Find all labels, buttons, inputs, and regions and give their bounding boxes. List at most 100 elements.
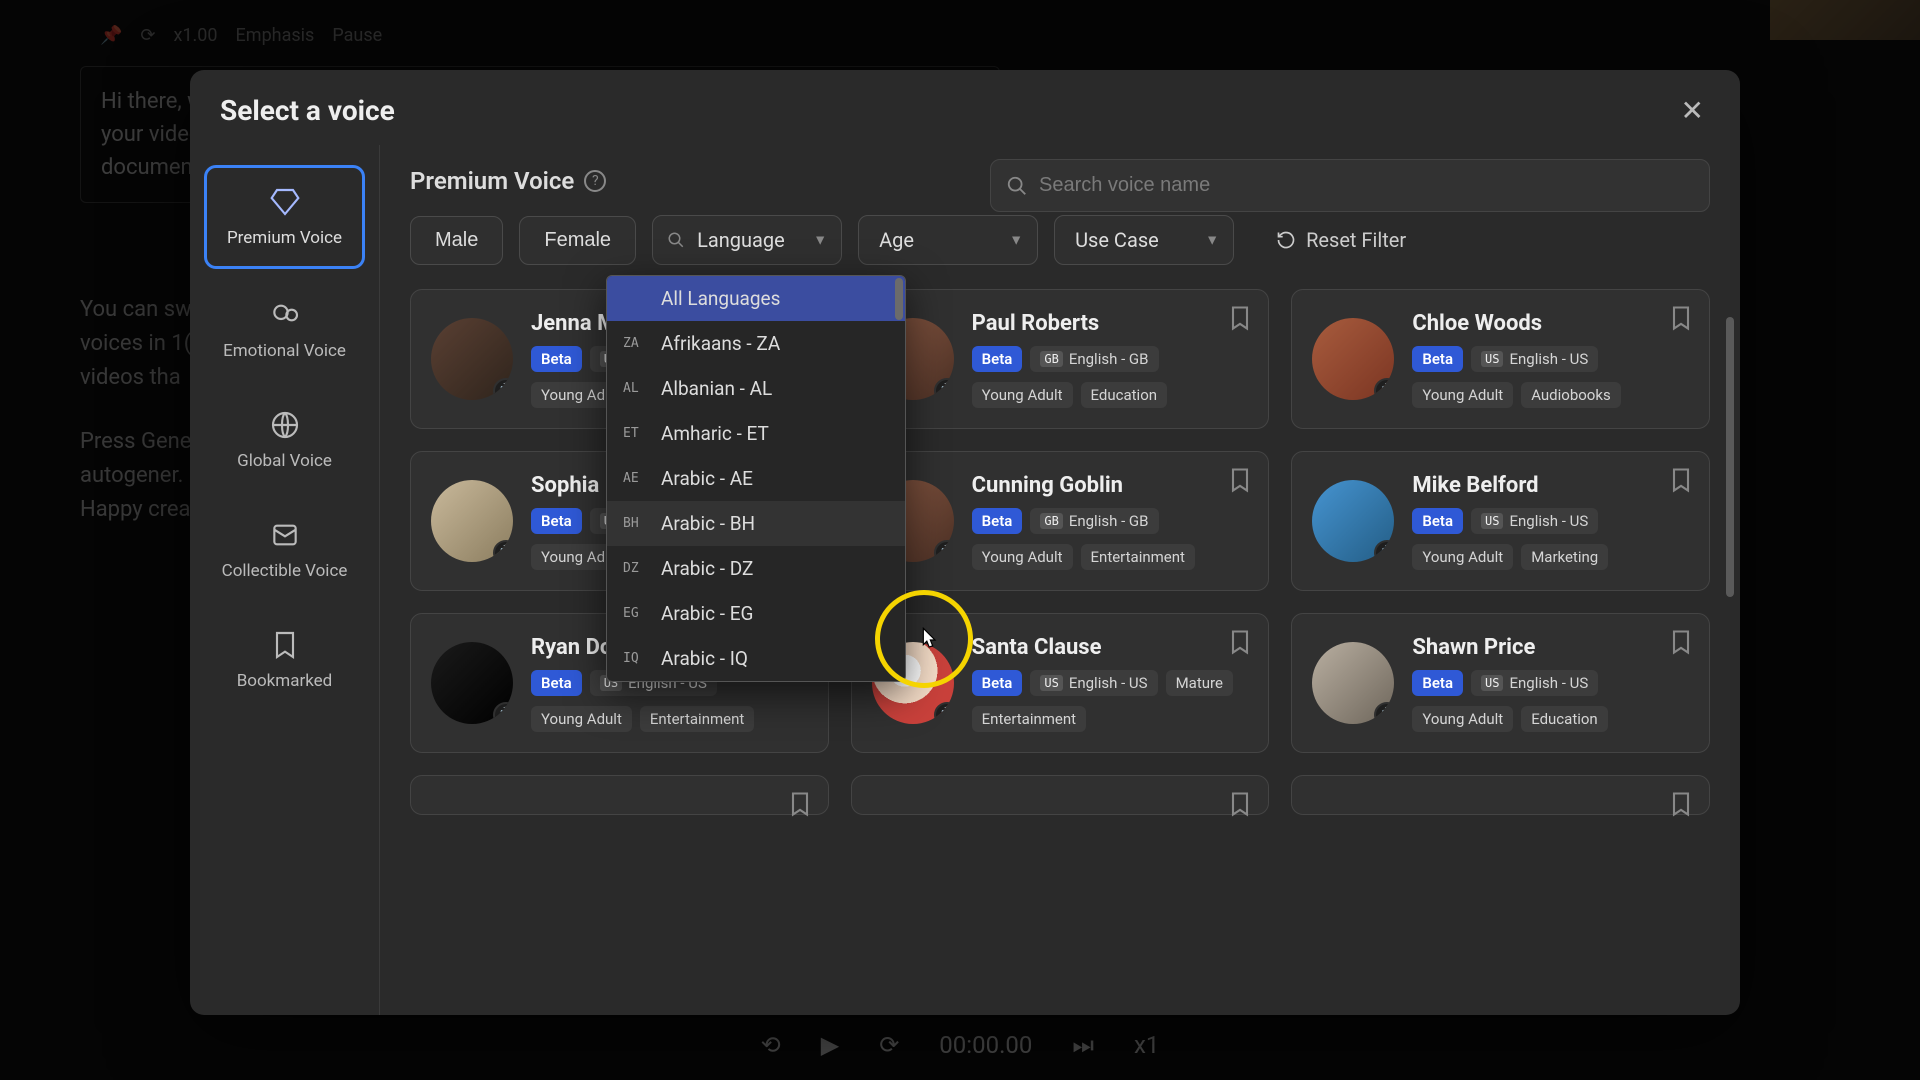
voice-card-partial[interactable] bbox=[851, 775, 1270, 815]
sound-icon: 🔊 bbox=[934, 702, 954, 724]
age-tag: Young Adult bbox=[531, 706, 632, 732]
dropdown-label: Age bbox=[879, 228, 914, 252]
lang-option[interactable]: BHArabic - BH bbox=[607, 501, 905, 546]
sidebar-item-premium-voice[interactable]: Premium Voice bbox=[204, 165, 365, 269]
language-tag: USEnglish - US bbox=[1471, 670, 1598, 696]
usecase-tag: Entertainment bbox=[640, 706, 754, 732]
bookmark-button[interactable] bbox=[786, 790, 814, 818]
usecase-tag: Marketing bbox=[1521, 544, 1608, 570]
sidebar-item-label: Bookmarked bbox=[237, 671, 333, 691]
age-dropdown[interactable]: Age ▼ bbox=[858, 215, 1038, 265]
diamond-icon bbox=[269, 186, 301, 218]
voice-avatar[interactable]: 🔊 bbox=[1312, 642, 1394, 724]
bookmark-button[interactable] bbox=[1667, 790, 1695, 818]
reset-filter-button[interactable]: Reset Filter bbox=[1268, 216, 1414, 264]
lang-option[interactable]: DZArabic - DZ bbox=[607, 546, 905, 591]
info-icon[interactable]: ? bbox=[584, 170, 606, 192]
voice-name: Santa Clause bbox=[972, 635, 1249, 660]
age-tag: Mature bbox=[1166, 670, 1233, 696]
sidebar-item-bookmarked[interactable]: Bookmarked bbox=[204, 611, 365, 709]
usecase-tag: Audiobooks bbox=[1521, 382, 1621, 408]
female-filter-button[interactable]: Female bbox=[519, 216, 636, 265]
age-tag: Young Adult bbox=[972, 544, 1073, 570]
reset-icon bbox=[1276, 230, 1296, 250]
lang-option[interactable]: ZAAfrikaans - ZA bbox=[607, 321, 905, 366]
search-input[interactable] bbox=[990, 159, 1710, 212]
age-tag: Young Adult bbox=[1412, 706, 1513, 732]
language-tag: USEnglish - US bbox=[1471, 508, 1598, 534]
bookmark-button[interactable] bbox=[1226, 466, 1254, 494]
voice-avatar[interactable]: 🔊 bbox=[431, 480, 513, 562]
modal-title: Select a voice bbox=[220, 94, 395, 127]
beta-badge: Beta bbox=[972, 508, 1023, 534]
bookmark-button[interactable] bbox=[1667, 466, 1695, 494]
voice-card[interactable]: 🔊 Chloe Woods Beta USEnglish - US Young … bbox=[1291, 289, 1710, 429]
search-icon bbox=[667, 231, 685, 249]
bookmark-button[interactable] bbox=[1667, 304, 1695, 332]
voice-card-partial[interactable] bbox=[410, 775, 829, 815]
bookmark-button[interactable] bbox=[1226, 628, 1254, 656]
lang-option[interactable]: ETAmharic - ET bbox=[607, 411, 905, 456]
lang-option[interactable]: IQArabic - IQ bbox=[607, 636, 905, 681]
close-button[interactable]: ✕ bbox=[1675, 88, 1710, 133]
voice-name: Chloe Woods bbox=[1412, 311, 1689, 336]
sound-icon: 🔊 bbox=[1374, 540, 1394, 562]
voice-avatar[interactable]: 🔊 bbox=[1312, 318, 1394, 400]
voice-card[interactable]: 🔊 Mike Belford Beta USEnglish - US Young… bbox=[1291, 451, 1710, 591]
voice-avatar[interactable]: 🔊 bbox=[431, 642, 513, 724]
usecase-dropdown[interactable]: Use Case ▼ bbox=[1054, 215, 1234, 265]
dropdown-scrollbar[interactable] bbox=[895, 278, 903, 320]
sidebar-item-label: Global Voice bbox=[237, 451, 332, 471]
lang-option[interactable]: AEArabic - AE bbox=[607, 456, 905, 501]
sound-icon: 🔊 bbox=[493, 702, 513, 724]
card-icon bbox=[269, 519, 301, 551]
sound-icon: 🔊 bbox=[934, 540, 954, 562]
reset-label: Reset Filter bbox=[1306, 228, 1406, 252]
voice-card[interactable]: 🔊 Santa Clause Beta USEnglish - US Matur… bbox=[851, 613, 1270, 753]
voice-grid: 🔊 Jenna Ma Beta USE Young Adult 🔊 Paul R… bbox=[410, 289, 1710, 815]
sidebar-item-emotional-voice[interactable]: Emotional Voice bbox=[204, 281, 365, 379]
content-scrollbar[interactable] bbox=[1726, 317, 1734, 597]
voice-avatar[interactable]: 🔊 bbox=[431, 318, 513, 400]
bookmark-button[interactable] bbox=[1667, 628, 1695, 656]
age-tag: Young Adult bbox=[1412, 382, 1513, 408]
beta-badge: Beta bbox=[972, 346, 1023, 372]
voice-card[interactable]: 🔊 Paul Roberts Beta GBEnglish - GB Young… bbox=[851, 289, 1270, 429]
language-dropdown[interactable]: Language ▼ bbox=[652, 215, 842, 265]
search-wrap bbox=[990, 159, 1710, 212]
sound-icon: 🔊 bbox=[1374, 702, 1394, 724]
bookmark-icon bbox=[269, 629, 301, 661]
voice-card[interactable]: 🔊 Shawn Price Beta USEnglish - US Young … bbox=[1291, 613, 1710, 753]
age-tag: Young Adult bbox=[972, 382, 1073, 408]
age-tag: Young Adult bbox=[1412, 544, 1513, 570]
beta-badge: Beta bbox=[531, 346, 582, 372]
language-tag: USEnglish - US bbox=[1471, 346, 1598, 372]
sidebar-item-collectible-voice[interactable]: Collectible Voice bbox=[204, 501, 365, 599]
voice-name: Shawn Price bbox=[1412, 635, 1689, 660]
sidebar-item-global-voice[interactable]: Global Voice bbox=[204, 391, 365, 489]
lang-option[interactable]: EGArabic - EG bbox=[607, 591, 905, 636]
search-icon bbox=[1006, 175, 1028, 197]
chevron-down-icon: ▼ bbox=[1009, 232, 1023, 249]
select-voice-modal: Select a voice ✕ Premium Voice Emotional… bbox=[190, 70, 1740, 1015]
voice-name: Cunning Goblin bbox=[972, 473, 1249, 498]
filter-row: Male Female Language ▼ Age ▼ Use Case ▼ bbox=[410, 215, 1710, 265]
voice-name: Paul Roberts bbox=[972, 311, 1249, 336]
sidebar-item-label: Collectible Voice bbox=[222, 561, 348, 581]
usecase-tag: Education bbox=[1081, 382, 1168, 408]
language-dropdown-panel: All Languages ZAAfrikaans - ZAALAlbanian… bbox=[606, 275, 906, 682]
lang-option[interactable]: ALAlbanian - AL bbox=[607, 366, 905, 411]
voice-avatar[interactable]: 🔊 bbox=[1312, 480, 1394, 562]
sidebar-item-label: Premium Voice bbox=[227, 228, 342, 248]
bookmark-button[interactable] bbox=[1226, 304, 1254, 332]
dropdown-label: Use Case bbox=[1075, 228, 1159, 252]
section-title: Premium Voice bbox=[410, 167, 574, 195]
voice-card-partial[interactable] bbox=[1291, 775, 1710, 815]
beta-badge: Beta bbox=[1412, 346, 1463, 372]
male-filter-button[interactable]: Male bbox=[410, 216, 503, 265]
language-tag: GBEnglish - GB bbox=[1030, 508, 1158, 534]
lang-option-all[interactable]: All Languages bbox=[607, 276, 905, 321]
voice-card[interactable]: 🔊 Cunning Goblin Beta GBEnglish - GB You… bbox=[851, 451, 1270, 591]
bookmark-button[interactable] bbox=[1226, 790, 1254, 818]
language-tag: USEnglish - US bbox=[1030, 670, 1157, 696]
